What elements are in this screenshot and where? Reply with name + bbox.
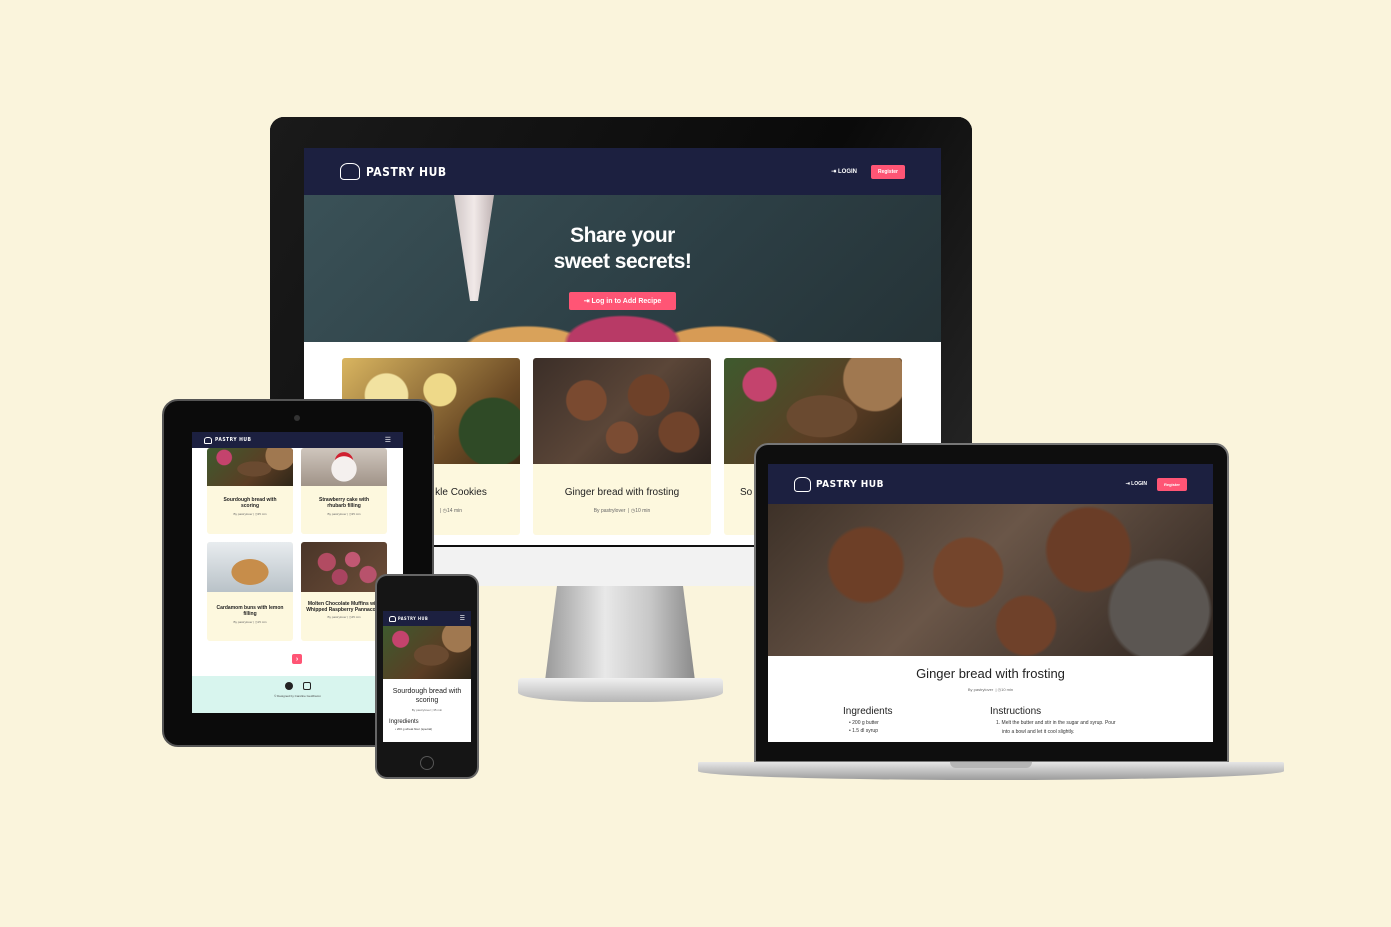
recipe-card[interactable]: Cardamom buns with lemon filling By past… (207, 542, 293, 641)
recipe-image (301, 448, 387, 486)
brand-logo[interactable]: PASTRY HUB (340, 163, 447, 180)
recipe-meta: By pastrylover | 35 min (411, 708, 443, 712)
login-link[interactable]: ⇥ LOGIN (831, 168, 857, 175)
ingredients-section: Ingredients • 200 g butter • 1.5 dl syru… (843, 706, 990, 735)
tablet-footer: © Designed by Caroline Gerdhamn (192, 676, 403, 713)
recipe-title: Strawberry cake with rhubarb filling (318, 497, 370, 509)
chef-hat-icon (340, 163, 360, 180)
phone-home-button[interactable] (420, 756, 434, 770)
recipe-card[interactable]: Sourdough bread with scoring By pastrylo… (207, 448, 293, 534)
brand-name: PASTRY HUB (215, 437, 252, 443)
ingredients-heading: Ingredients (843, 706, 893, 717)
brand-logo[interactable]: PASTRY HUB (389, 615, 429, 622)
laptop-screen: PASTRY HUB ⇥ LOGIN Register Ginger bread… (768, 464, 1213, 742)
recipe-title: Cardamom buns with lemon filling (216, 605, 284, 617)
chef-hat-icon (389, 615, 396, 622)
monitor-stand (545, 586, 695, 681)
pagination-next-button[interactable]: › (292, 654, 302, 664)
brand-name: PASTRY HUB (398, 616, 429, 621)
login-link[interactable]: ⇥ LOGIN (1126, 481, 1147, 487)
hamburger-menu-icon[interactable]: ☰ (460, 615, 465, 622)
hero-cta-label: Log in to Add Recipe (591, 297, 662, 305)
recipe-title: Sourdough bread with scoring (223, 497, 277, 509)
facebook-icon[interactable] (284, 682, 293, 690)
recipe-meta: By pastrylover | ◷35 min (233, 512, 267, 516)
recipe-card[interactable]: Ginger bread with frosting By pastrylove… (533, 358, 711, 535)
ingredient-item: • 200 g wheat flour (special) (395, 727, 433, 731)
hamburger-menu-icon[interactable]: ☰ (385, 436, 391, 444)
recipe-title: Sourdough bread with scoring (392, 688, 462, 704)
brand-logo[interactable]: PASTRY HUB (204, 436, 252, 444)
login-icon: ⇥ (583, 298, 592, 305)
register-button[interactable]: Register (1157, 477, 1187, 491)
tablet-screen: PASTRY HUB ☰ Sourdough bread with scorin… (192, 432, 403, 713)
recipe-title: Ginger bread with frosting (916, 666, 1065, 681)
recipe-hero-image (383, 626, 471, 679)
recipe-meta: By pastrylover | ◷35 min (327, 512, 361, 516)
hero-cta-button[interactable]: ⇥ Log in to Add Recipe (569, 292, 676, 310)
monitor-base (518, 678, 723, 702)
recipe-title: Ginger bread with frosting (564, 487, 680, 498)
recipe-details: Ingredients • 200 g butter • 1.5 dl syru… (768, 706, 1213, 735)
footer-credit: © Designed by Caroline Gerdhamn (274, 694, 321, 698)
instagram-icon[interactable] (302, 682, 311, 690)
instruction-item: 1. Melt the butter and stir in the sugar… (996, 720, 1116, 726)
hero-title-line1: Share your (570, 224, 675, 247)
brand-name: PASTRY HUB (366, 164, 447, 179)
brand-name: PASTRY HUB (816, 478, 884, 490)
tablet-navbar: PASTRY HUB ☰ (192, 432, 403, 448)
tablet-camera (294, 415, 300, 421)
laptop-base (698, 762, 1284, 780)
chef-hat-icon (204, 436, 212, 444)
tablet-recipe-grid: Sourdough bread with scoring By pastrylo… (192, 448, 403, 641)
desktop-navbar: PASTRY HUB ⇥ LOGIN Register (304, 148, 941, 195)
recipe-image (533, 358, 711, 464)
instructions-section: Instructions 1. Melt the butter and stir… (990, 706, 1116, 735)
phone-screen: PASTRY HUB ☰ Sourdough bread with scorin… (383, 611, 471, 742)
brand-logo[interactable]: PASTRY HUB (794, 476, 884, 492)
laptop-navbar: PASTRY HUB ⇥ LOGIN Register (768, 464, 1213, 504)
recipe-card[interactable]: Strawberry cake with rhubarb filling By … (301, 448, 387, 534)
recipe-meta: By pastrylover | ◷10 min (593, 508, 651, 514)
phone-navbar: PASTRY HUB ☰ (383, 611, 471, 626)
chef-hat-icon (794, 476, 811, 492)
hero-banner: Share your sweet secrets! ⇥ Log in to Ad… (304, 195, 941, 342)
ingredient-item: • 200 g butter (849, 720, 879, 726)
recipe-meta: By pastrylover | ◷10 min (967, 687, 1014, 692)
hero-title-line2: sweet secrets! (553, 250, 692, 273)
recipe-hero-image (768, 504, 1213, 656)
recipe-image (207, 542, 293, 592)
instructions-heading: Instructions (990, 706, 1042, 717)
instruction-item: into a bowl and let it cool slightly. (1002, 729, 1075, 735)
ingredients-heading: Ingredients (389, 719, 419, 725)
ingredient-item: • 1.5 dl syrup (849, 728, 878, 734)
recipe-meta: By pastrylover | ◷15 min (233, 620, 267, 624)
recipe-image (207, 448, 293, 486)
register-button[interactable]: Register (871, 164, 905, 179)
